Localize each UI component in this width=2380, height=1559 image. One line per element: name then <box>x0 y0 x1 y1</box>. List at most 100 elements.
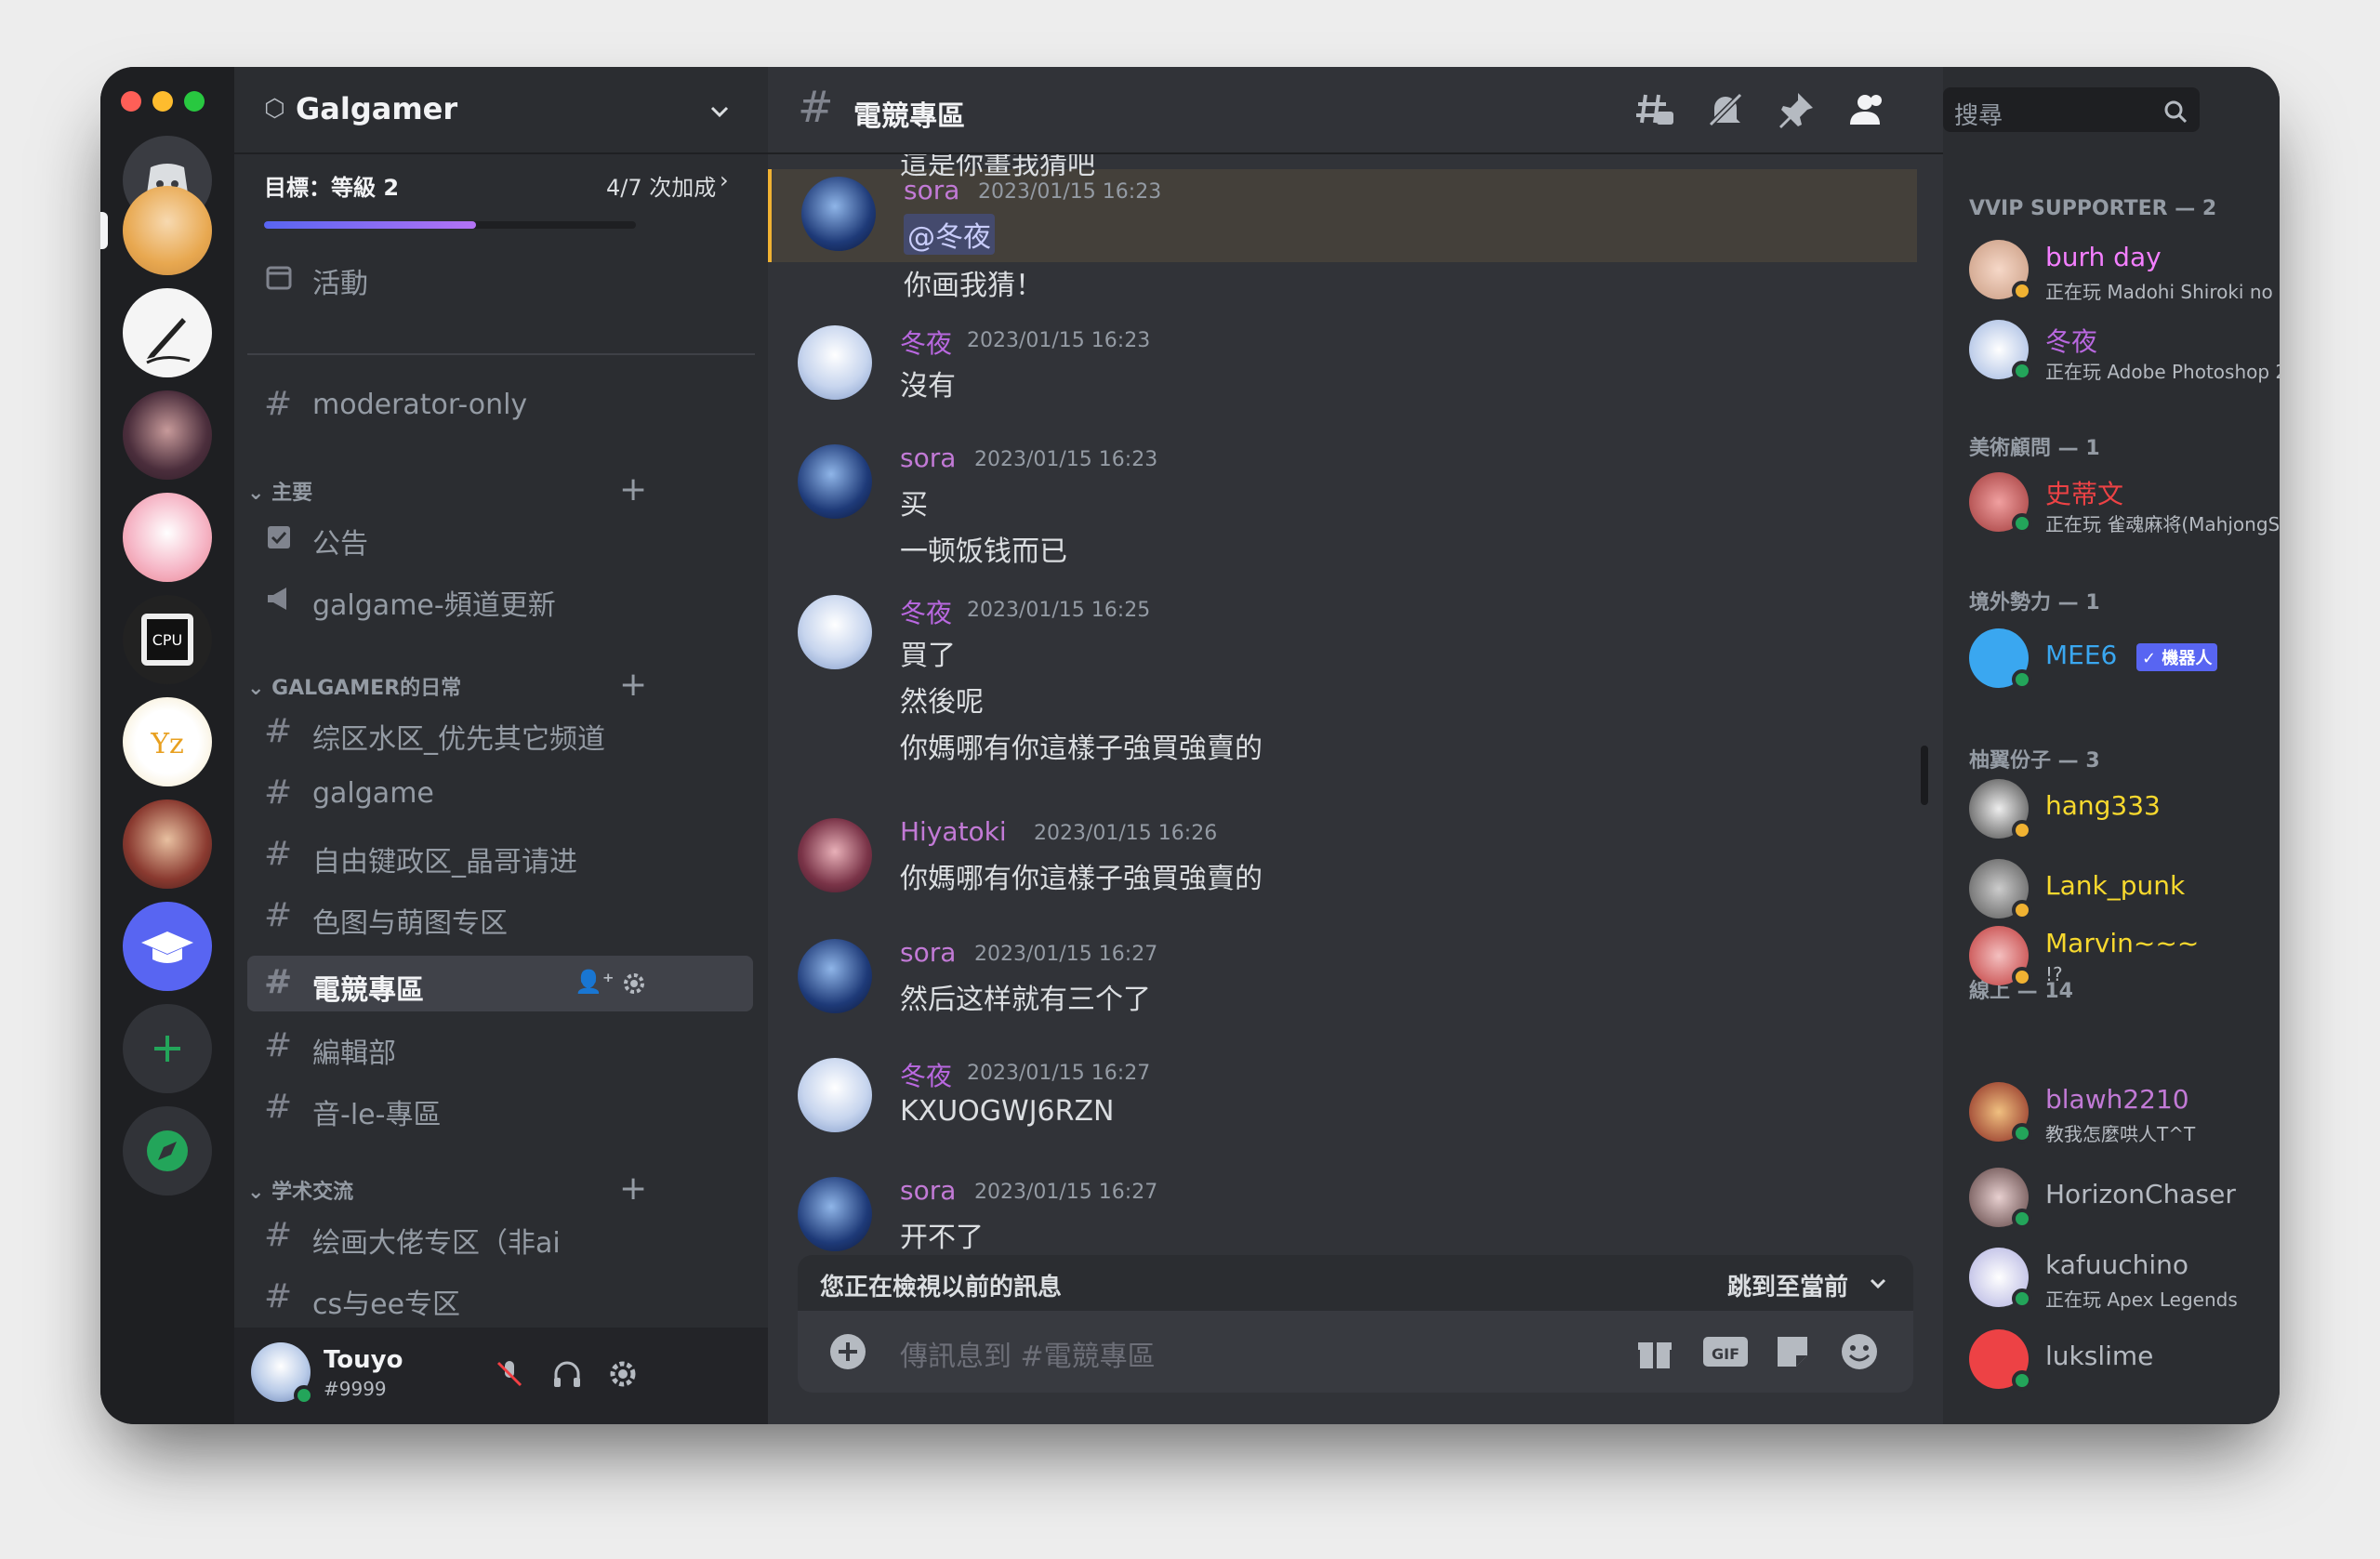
text-channel-icon: # <box>798 82 834 132</box>
server-icon-anime-3[interactable] <box>123 799 212 889</box>
chevron-down-icon <box>710 106 729 118</box>
scrollbar-thumb[interactable] <box>1921 746 1928 805</box>
mute-microphone-icon[interactable] <box>493 1357 526 1391</box>
category-study[interactable]: ⌄ 学术交流 + <box>247 1169 647 1208</box>
calendar-icon <box>266 266 292 290</box>
member-item[interactable]: kafuuchino 正在玩 Apex Legends <box>1943 1248 2280 1313</box>
channel-item[interactable]: # 绘画大佬专区（非ai <box>247 1209 753 1264</box>
member-activity: 正在玩 Adobe Photoshop 2022 <box>2045 361 2280 383</box>
message-author[interactable]: sora <box>900 937 956 968</box>
message-timestamp: 2023/01/15 16:23 <box>974 448 1158 471</box>
channel-item[interactable]: # galgame <box>247 766 753 822</box>
server-header[interactable]: ⬡ Galgamer <box>234 67 768 154</box>
category-daily[interactable]: ⌄ GALGAMER的日常 + <box>247 666 647 704</box>
member-item[interactable]: MEE6 ✓ 機器人 <box>1943 628 2280 694</box>
add-server-button[interactable] <box>123 1004 212 1093</box>
member-item[interactable]: hang333 <box>1943 779 2280 844</box>
member-activity: 正在玩 雀魂麻将(MahjongSoul) <box>2045 513 2280 535</box>
member-item[interactable]: Lank_punk <box>1943 859 2280 924</box>
channel-item[interactable]: # cs与ee专区 <box>247 1270 753 1326</box>
member-list-icon[interactable] <box>1844 87 1889 132</box>
channel-item[interactable]: # 編輯部 <box>247 1019 753 1075</box>
jump-to-present-button[interactable]: 跳到至當前 <box>1727 1268 1848 1302</box>
member-item[interactable]: HorizonChaser <box>1943 1168 2280 1233</box>
message-author[interactable]: 冬夜 <box>900 1056 952 1093</box>
server-icon-drawing[interactable] <box>123 288 212 377</box>
avatar[interactable] <box>801 177 876 251</box>
message-author[interactable]: Hiyatoki <box>900 816 1007 847</box>
message-author[interactable]: sora <box>900 443 956 473</box>
mute-notifications-bell-icon[interactable] <box>1703 87 1748 132</box>
chevron-down-icon: ⌄ <box>247 482 272 505</box>
gif-icon[interactable]: GIF <box>1701 1331 1750 1372</box>
user-mention[interactable]: @冬夜 <box>904 214 995 255</box>
gear-icon[interactable] <box>621 971 647 997</box>
status-indicator-icon <box>2012 669 2032 690</box>
zoom-window-button[interactable] <box>184 91 205 112</box>
message-author[interactable]: 冬夜 <box>900 593 952 630</box>
headphones-icon[interactable] <box>550 1357 584 1391</box>
channel-item[interactable]: # 自由键政区_晶哥请进 <box>247 827 753 883</box>
channel-events[interactable]: 活動 <box>247 249 753 305</box>
server-icon-anime-2[interactable] <box>123 493 212 582</box>
server-icon-cpu[interactable]: CPU <box>123 595 212 684</box>
channel-galgame-updates[interactable]: galgame-頻道更新 <box>247 571 753 627</box>
explore-servers-button[interactable] <box>123 1106 212 1196</box>
category-main[interactable]: ⌄ 主要 + <box>247 470 647 509</box>
channel-moderator-only[interactable]: # moderator-only <box>247 377 753 433</box>
member-item[interactable]: 史蒂文正在玩 雀魂麻将(MahjongSoul) <box>1943 472 2280 537</box>
server-icon-anime-1[interactable] <box>123 390 212 480</box>
avatar[interactable] <box>798 1058 872 1132</box>
member-item[interactable]: burh day 正在玩 Madohi Shiroki no Ka... <box>1943 240 2280 305</box>
threads-icon[interactable] <box>1633 87 1677 132</box>
server-icon-bocchi[interactable] <box>123 186 212 275</box>
message-content: 买 <box>900 489 928 522</box>
invite-member-icon[interactable]: 👤⁺ <box>575 969 615 995</box>
gift-icon[interactable] <box>1634 1331 1675 1372</box>
channel-item[interactable]: # 色图与萌图专区 <box>247 889 753 945</box>
message-timestamp: 2023/01/15 16:23 <box>967 329 1151 352</box>
server-icon-student-hub[interactable] <box>123 902 212 991</box>
create-channel-icon[interactable]: + <box>619 666 647 704</box>
user-settings-gear-icon[interactable] <box>606 1357 640 1391</box>
emoji-icon[interactable] <box>1839 1331 1880 1372</box>
avatar[interactable] <box>798 595 872 669</box>
search-input[interactable]: 搜尋 <box>1943 87 2200 132</box>
channel-item[interactable]: # 综区水区_优先其它频道 <box>247 705 753 760</box>
message-content: 你媽哪有你這樣子強買強賣的 <box>900 863 1263 895</box>
channel-announcements[interactable]: 公告 <box>247 509 753 565</box>
older-messages-banner[interactable]: 您正在檢視以前的訊息 跳到至當前 <box>798 1255 1913 1311</box>
status-indicator-icon <box>2012 1288 2032 1309</box>
message-author[interactable]: sora <box>900 1175 956 1206</box>
message-input[interactable]: 傳訊息到 #電競專區 GIF <box>798 1311 1913 1393</box>
message-timestamp: 2023/01/15 16:23 <box>978 180 1162 204</box>
avatar[interactable] <box>798 444 872 519</box>
pen-icon <box>146 318 191 364</box>
avatar[interactable] <box>798 325 872 400</box>
channel-item[interactable]: # 音-le-專區 <box>247 1080 753 1136</box>
channel-label: galgame-頻道更新 <box>312 589 556 622</box>
channel-item-selected[interactable]: # 電競專區 👤⁺ <box>247 956 753 1011</box>
sticker-icon[interactable] <box>1772 1331 1813 1372</box>
close-window-button[interactable] <box>121 91 141 112</box>
member-item[interactable]: 冬夜正在玩 Adobe Photoshop 2022 <box>1943 320 2280 385</box>
boost-count[interactable]: 4/7 次加成 <box>606 169 716 202</box>
svg-text:CPU: CPU <box>152 631 183 649</box>
message[interactable]: sora 2023/01/15 16:23 @冬夜 你画我猜！ <box>768 169 1917 302</box>
attach-plus-icon[interactable] <box>827 1331 868 1372</box>
member-item[interactable]: blawh2210 教我怎麼哄人T^T <box>1943 1082 2280 1147</box>
minimize-window-button[interactable] <box>152 91 173 112</box>
channel-label: 電競專區 <box>312 974 424 1007</box>
avatar[interactable] <box>798 939 872 1013</box>
pin-icon[interactable] <box>1774 87 1818 132</box>
message-timestamp: 2023/01/15 16:26 <box>1034 822 1218 845</box>
member-item[interactable]: Marvin~~~!? <box>1943 926 2280 991</box>
create-channel-icon[interactable]: + <box>619 470 647 509</box>
member-item[interactable]: lukslime <box>1943 1329 2280 1394</box>
text-channel-icon: # <box>264 835 293 873</box>
avatar[interactable] <box>798 818 872 892</box>
server-icon-yuzu[interactable]: Yz <box>123 697 212 786</box>
create-channel-icon[interactable]: + <box>619 1169 647 1208</box>
message-author[interactable]: 冬夜 <box>900 324 952 361</box>
avatar[interactable] <box>798 1177 872 1251</box>
